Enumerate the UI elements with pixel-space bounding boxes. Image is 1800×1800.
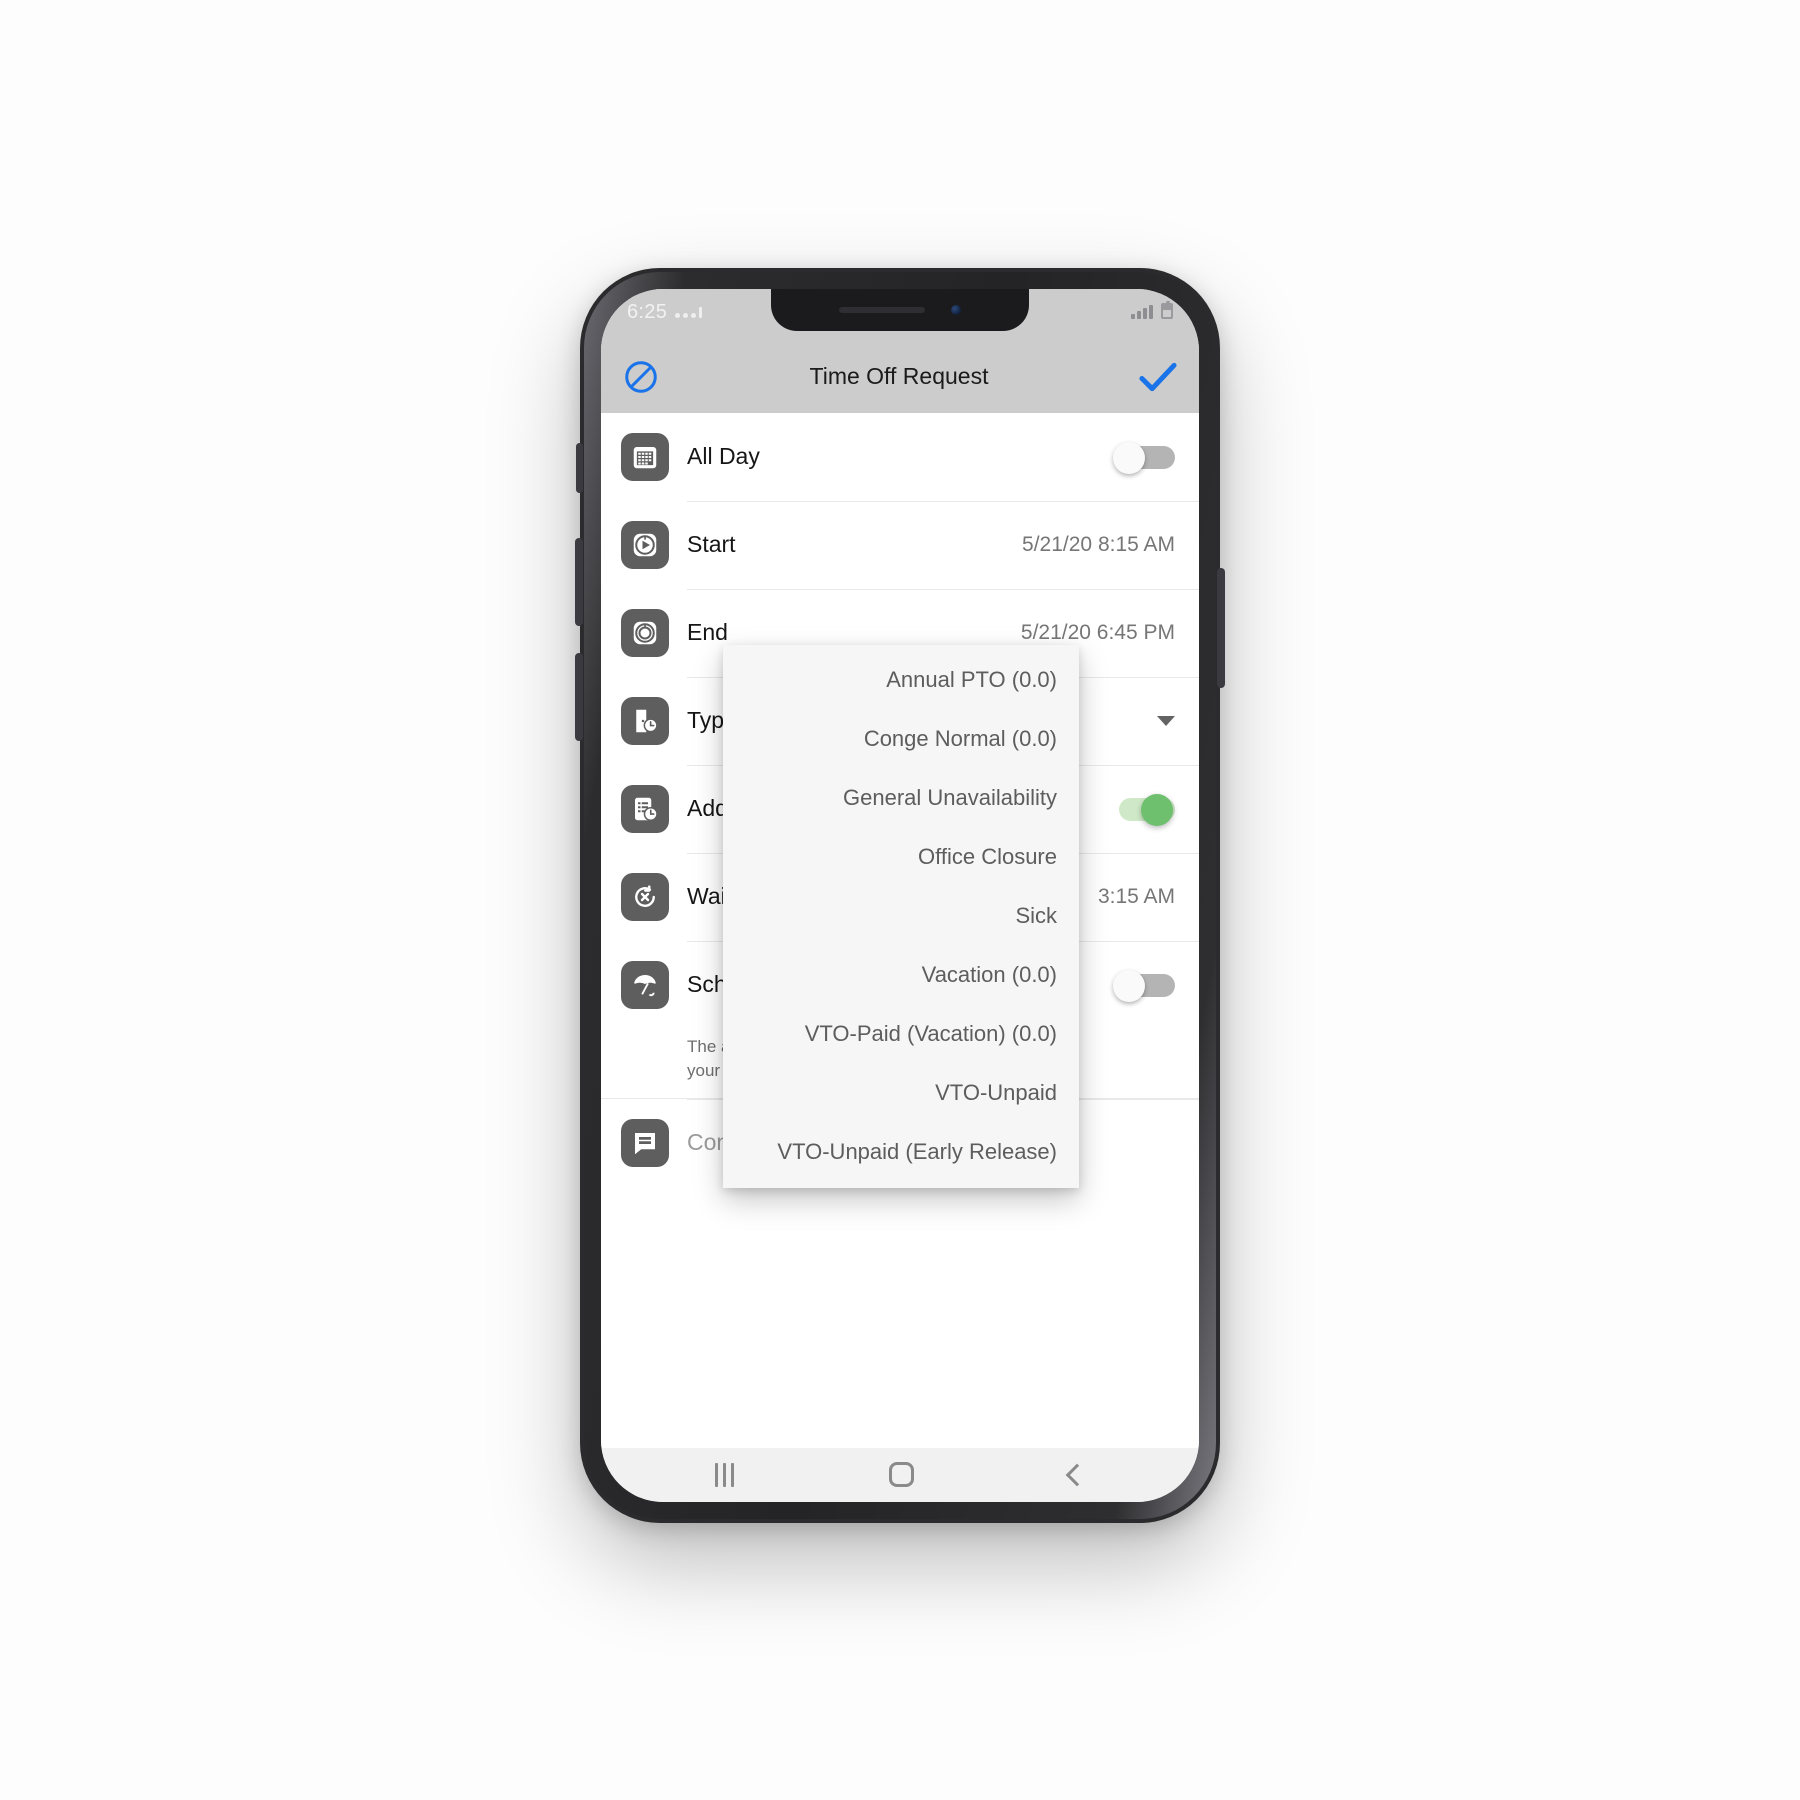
app-bar: Time Off Request	[601, 340, 1199, 413]
calendar-icon	[621, 432, 669, 481]
end-datetime-value[interactable]: 5/21/20 6:45 PM	[1021, 621, 1175, 645]
android-nav-bar	[601, 1447, 1199, 1502]
chevron-down-icon[interactable]	[1157, 715, 1175, 726]
device-notch	[771, 288, 1029, 331]
form-row-label: Start	[687, 531, 736, 557]
phone-device-frame: 6:25 Time Off Request All Day Start 5/21…	[575, 267, 1225, 1523]
dropdown-option[interactable]: Sick	[723, 887, 1079, 946]
clock-end-icon	[621, 608, 669, 657]
page-title: Time Off Request	[809, 363, 989, 389]
cancel-circle-icon[interactable]	[623, 359, 659, 395]
status-bar-left: 6:25	[627, 300, 703, 324]
dropdown-option[interactable]: Conge Normal (0.0)	[723, 710, 1079, 769]
cancel-clock-icon	[621, 872, 669, 921]
scheduled-toggle[interactable]	[1113, 969, 1175, 1002]
start-datetime-value[interactable]: 5/21/20 8:15 AM	[1022, 533, 1175, 557]
volume-up-button[interactable]	[575, 537, 583, 626]
form-content: All Day Start 5/21/20 8:15 AM End 5/21/2…	[601, 412, 1199, 1448]
comment-icon	[621, 1118, 669, 1167]
screenshot-stage: 6:25 Time Off Request All Day Start 5/21…	[0, 0, 1800, 1800]
door-clock-icon	[621, 696, 669, 745]
dropdown-option[interactable]: Office Closure	[723, 828, 1079, 887]
dropdown-option[interactable]: Annual PTO (0.0)	[723, 651, 1079, 710]
type-dropdown-menu[interactable]: Annual PTO (0.0) Conge Normal (0.0) Gene…	[723, 644, 1079, 1188]
all-day-toggle[interactable]	[1113, 441, 1175, 474]
add-to-schedule-toggle[interactable]	[1113, 793, 1175, 826]
power-button[interactable]	[1217, 567, 1225, 688]
dropdown-option[interactable]: VTO-Unpaid	[723, 1064, 1079, 1123]
clock-start-icon	[621, 520, 669, 569]
phone-screen: 6:25 Time Off Request All Day Start 5/21…	[601, 288, 1199, 1502]
dropdown-option[interactable]: Vacation (0.0)	[723, 946, 1079, 1005]
dropdown-option[interactable]: VTO-Paid (Vacation) (0.0)	[723, 1005, 1079, 1064]
front-camera	[951, 304, 961, 315]
form-row-label: All Day	[687, 443, 760, 469]
volume-down-button[interactable]	[575, 652, 583, 741]
status-bar-right	[1131, 300, 1173, 319]
mute-switch[interactable]	[576, 442, 583, 493]
earpiece-speaker	[839, 306, 925, 313]
home-icon[interactable]	[888, 1462, 914, 1487]
clipboard-clock-icon	[621, 784, 669, 833]
notification-dots-icon	[675, 306, 703, 318]
umbrella-icon	[621, 960, 669, 1009]
dropdown-option[interactable]: General Unavailability	[723, 769, 1079, 828]
recents-icon[interactable]	[714, 1462, 734, 1487]
checkmark-icon[interactable]	[1139, 362, 1177, 392]
battery-icon	[1161, 300, 1173, 319]
signal-bars-icon	[1131, 304, 1153, 319]
form-row-start[interactable]: Start 5/21/20 8:15 AM	[601, 500, 1199, 589]
status-bar-clock: 6:25	[627, 300, 668, 323]
back-icon[interactable]	[1065, 1463, 1089, 1486]
dropdown-option[interactable]: VTO-Unpaid (Early Release)	[723, 1123, 1079, 1182]
form-row-label: End	[687, 619, 728, 645]
waitlist-value[interactable]: 3:15 AM	[1098, 885, 1175, 909]
form-row-all-day[interactable]: All Day	[601, 412, 1199, 501]
